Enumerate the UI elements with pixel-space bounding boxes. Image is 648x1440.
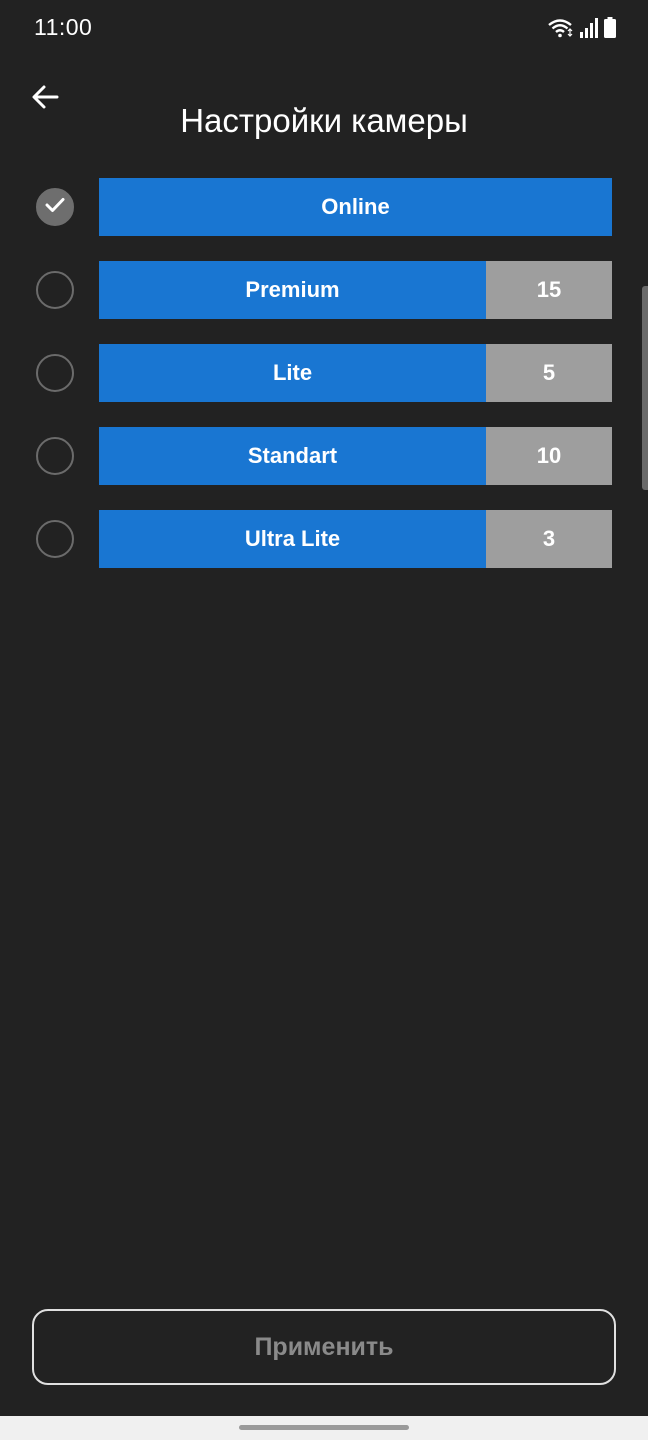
camera-settings-screen: 11:00 Настройки камеры Online Premium 15… [0, 0, 648, 1440]
plan-bar-online[interactable]: Online [99, 178, 612, 236]
plan-row-lite: Lite 5 [0, 344, 648, 402]
scrollbar[interactable] [642, 286, 648, 490]
plan-radio-standart[interactable] [36, 437, 74, 475]
navigation-bar [0, 1416, 648, 1440]
plan-row-standart: Standart 10 [0, 427, 648, 485]
plan-radio-lite[interactable] [36, 354, 74, 392]
arrow-left-icon [31, 84, 59, 115]
status-bar: 11:00 [0, 0, 648, 56]
plan-radio-online[interactable] [36, 188, 74, 226]
battery-icon [604, 17, 616, 38]
plan-name: Online [99, 178, 612, 236]
plan-bar-premium[interactable]: Premium 15 [99, 261, 612, 319]
app-bar: Настройки камеры [0, 60, 648, 140]
plan-count: 15 [486, 261, 612, 319]
plan-name: Standart [99, 427, 486, 485]
plan-bar-standart[interactable]: Standart 10 [99, 427, 612, 485]
signal-icon [580, 18, 598, 38]
plan-radio-premium[interactable] [36, 271, 74, 309]
apply-button[interactable]: Применить [32, 1309, 616, 1385]
plan-bar-lite[interactable]: Lite 5 [99, 344, 612, 402]
plan-row-ultra-lite: Ultra Lite 3 [0, 510, 648, 568]
plan-bar-ultra-lite[interactable]: Ultra Lite 3 [99, 510, 612, 568]
status-icons [548, 16, 616, 38]
plan-name: Ultra Lite [99, 510, 486, 568]
page-title: Настройки камеры [180, 102, 468, 140]
plan-row-online: Online [0, 178, 648, 236]
plan-radio-ultra-lite[interactable] [36, 520, 74, 558]
plan-count: 5 [486, 344, 612, 402]
check-icon [45, 197, 65, 218]
plan-count: 3 [486, 510, 612, 568]
plan-count: 10 [486, 427, 612, 485]
plan-name: Premium [99, 261, 486, 319]
status-time: 11:00 [34, 14, 93, 40]
home-gesture-handle[interactable] [239, 1425, 409, 1430]
back-button[interactable] [20, 74, 70, 124]
plan-name: Lite [99, 344, 486, 402]
plan-list: Online Premium 15 Lite 5 Standart 10 Ult… [0, 178, 648, 593]
plan-row-premium: Premium 15 [0, 261, 648, 319]
wifi-icon [548, 18, 574, 38]
